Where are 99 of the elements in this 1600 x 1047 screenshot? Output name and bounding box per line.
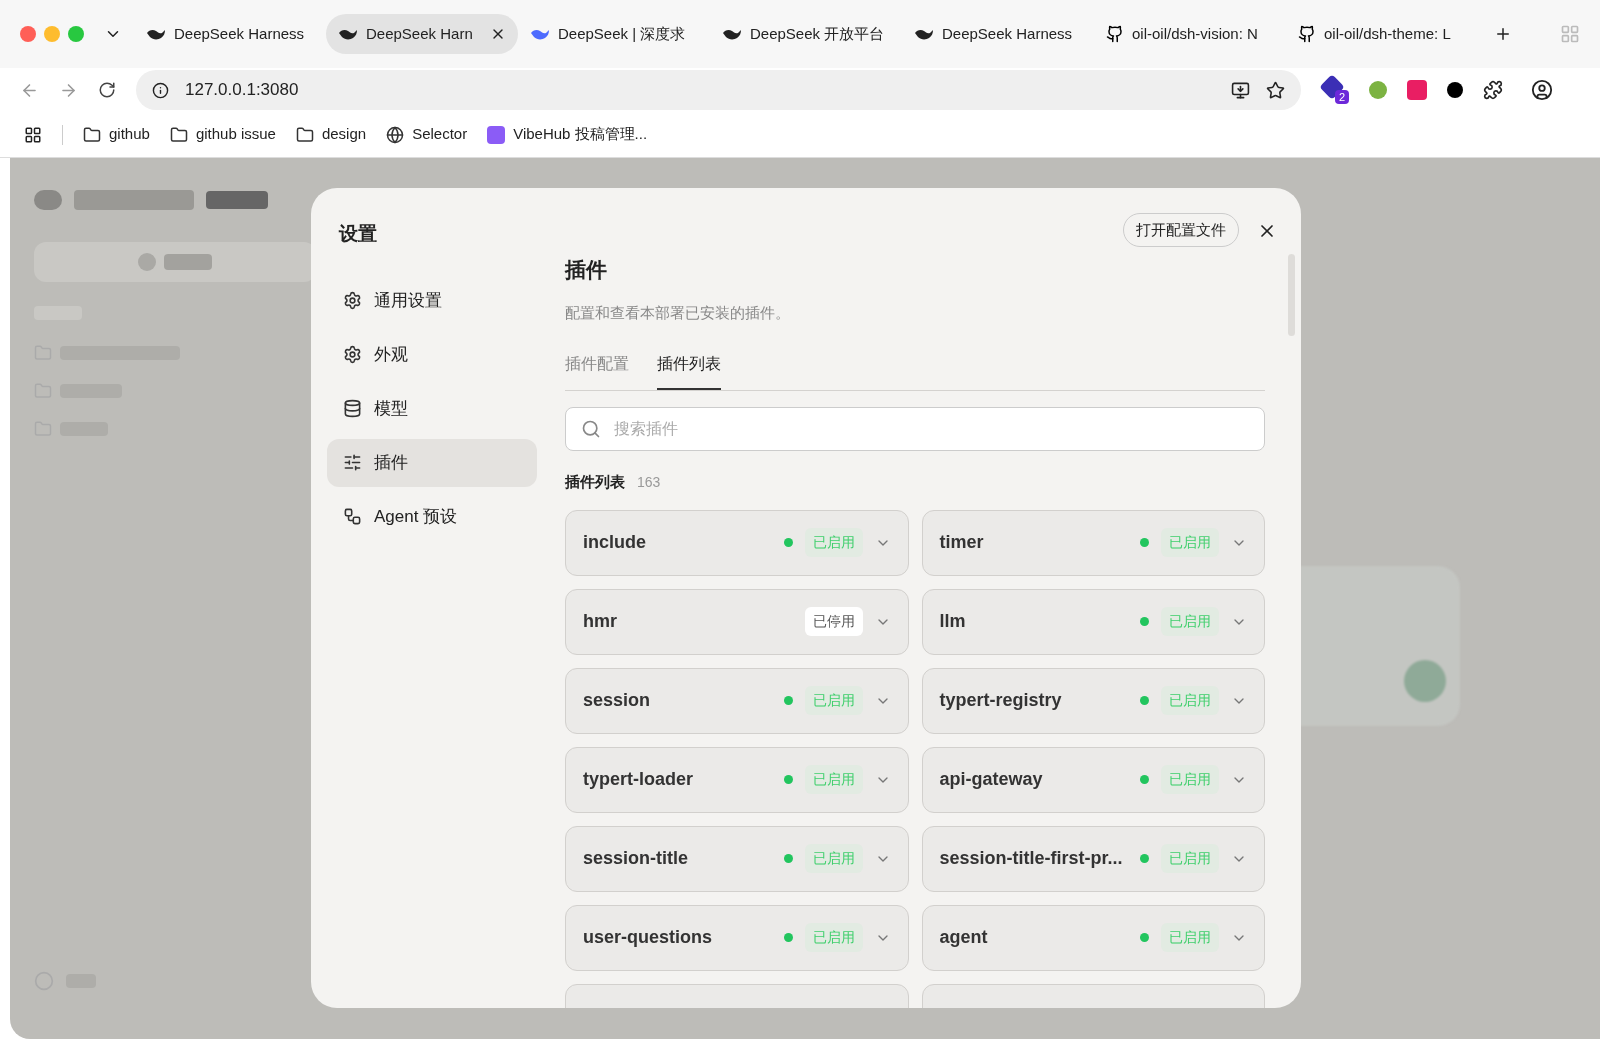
settings-nav-item[interactable]: 模型 (327, 384, 537, 433)
dot-extension-icon[interactable] (1447, 82, 1463, 98)
plugin-name: hmr (583, 610, 618, 633)
close-window-control[interactable] (20, 26, 36, 42)
plugin-name: include (583, 531, 647, 554)
status-badge: 已启用 (804, 844, 863, 873)
browser-tab[interactable]: oil-oil/dsh-theme: L (1286, 14, 1478, 54)
status-badge: 已启用 (1161, 528, 1219, 557)
status-badge: 已停用 (804, 607, 863, 636)
tab-title: DeepSeek 开放平台 (750, 23, 886, 44)
plugin-name: session-title (583, 847, 690, 870)
tab-title: DeepSeek Harness (174, 23, 306, 44)
reload-icon[interactable] (98, 81, 116, 99)
github-icon (1106, 25, 1124, 43)
browser-tab[interactable]: DeepSeek 开放平台 (710, 14, 902, 54)
bookmark[interactable]: github issue (169, 123, 276, 146)
database-icon (343, 399, 362, 418)
plugin-card[interactable]: typert-loader 已启用 (565, 746, 909, 813)
gear-icon (343, 345, 362, 364)
status-badge: 已启用 (1161, 607, 1219, 636)
browser-tab[interactable]: DeepSeek Harness (902, 14, 1094, 54)
settings-nav-item[interactable]: 外观 (327, 330, 537, 379)
plugin-card[interactable]: typert-registry 已启用 (921, 667, 1265, 734)
plugin-card[interactable]: session 已启用 (565, 667, 909, 734)
plugin-name: agent (939, 926, 989, 949)
plugin-count: 163 (637, 472, 661, 492)
tab-title: oil-oil/dsh-vision: N (1132, 23, 1259, 44)
search-icon (581, 419, 601, 439)
bookmark[interactable]: VibeHub 投稿管理... (487, 123, 648, 146)
install-icon[interactable] (1231, 80, 1250, 100)
status-badge: 已启用 (804, 765, 863, 794)
plugin-card[interactable]: agent 已启用 (921, 904, 1265, 971)
plugin-card[interactable]: session-title-first-pr... 已启用 (921, 825, 1265, 892)
plugin-card[interactable]: include 已启用 (565, 509, 909, 576)
plugin-name: session-title-first-pr... (939, 847, 1124, 870)
browser-tab[interactable]: DeepSeek Harness (134, 14, 326, 54)
section-title: 插件 (565, 257, 608, 283)
section-description: 配置和查看本部署已安装的插件。 (565, 302, 791, 323)
dialog-title: 设置 (339, 222, 378, 246)
scrollbar-thumb[interactable] (1288, 254, 1295, 336)
plugin-name: typert-loader (583, 768, 695, 791)
status-badge: 已启用 (1161, 686, 1219, 715)
nodes-icon (343, 507, 362, 526)
plugin-card[interactable]: api-gateway 已启用 (921, 746, 1265, 813)
plugin-name: timer (939, 531, 985, 554)
bookmark[interactable]: design (295, 123, 367, 146)
folder-icon (83, 125, 101, 144)
plugin-card[interactable]: user-questions 已启用 (565, 904, 909, 971)
plugin-name: typert-registry (939, 689, 1063, 712)
extensions-icon[interactable] (1483, 80, 1503, 100)
tab-title: oil-oil/dsh-theme: L (1324, 23, 1452, 44)
folder-icon (295, 125, 314, 144)
browser-tab[interactable]: oil-oil/dsh-vision: N (1094, 14, 1286, 54)
tab-title: DeepSeek | 深度求 (558, 23, 687, 44)
maximize-window-control[interactable] (68, 26, 84, 42)
tab-title: DeepSeek Harness (942, 23, 1074, 44)
open-config-button[interactable]: 打开配置文件 (1123, 213, 1239, 247)
plugin-name: user-questions (583, 926, 714, 949)
status-badge: 已启用 (1161, 923, 1219, 952)
folder-icon (169, 125, 188, 144)
settings-nav-item[interactable]: 通用设置 (327, 276, 537, 325)
status-badge: 已启用 (804, 686, 863, 715)
gear-icon (343, 291, 362, 310)
profile-icon[interactable] (1531, 79, 1553, 101)
bookmark-star-icon[interactable] (1266, 80, 1285, 100)
site-info-icon[interactable] (152, 81, 169, 99)
version-tag (206, 191, 268, 209)
browser-tab[interactable]: DeepSeek Harn (326, 14, 518, 54)
globe-icon (386, 125, 405, 144)
extension-icon[interactable] (1369, 81, 1387, 99)
bookmark[interactable]: Selector (386, 123, 468, 146)
github-icon (1298, 25, 1316, 43)
list-label: 插件列表 (565, 472, 625, 492)
sliders-icon (343, 453, 362, 472)
plugin-name: llm (939, 610, 967, 633)
browser-tab[interactable]: DeepSeek | 深度求 (518, 14, 710, 54)
tab[interactable]: 插件列表 (657, 352, 721, 390)
plugin-name: session (583, 689, 652, 712)
search-field[interactable]: 搜索插件 (565, 407, 1265, 451)
plugin-card[interactable]: llm 已启用 (921, 588, 1265, 655)
status-badge: 已启用 (804, 528, 863, 557)
status-badge: 已启用 (1161, 844, 1219, 873)
plugin-name: api-gateway (939, 768, 1044, 791)
plugin-card[interactable]: session-title 已启用 (565, 825, 909, 892)
settings-nav-item[interactable]: Agent 预设 (327, 492, 537, 541)
tab-title: DeepSeek Harn (366, 23, 474, 44)
status-badge: 已启用 (804, 923, 863, 952)
bookmark[interactable]: github (83, 123, 150, 146)
apps-icon[interactable] (24, 125, 42, 144)
new-tab-icon[interactable] (1494, 25, 1512, 43)
send-button-icon (1404, 660, 1446, 702)
address-bar[interactable]: 127.0.0.1:3080 (136, 70, 1301, 110)
translate-extension-icon[interactable] (1407, 80, 1427, 100)
settings-nav-item[interactable]: 插件 (327, 438, 537, 487)
app-icon (487, 125, 506, 144)
plugin-card[interactable]: timer 已启用 (921, 509, 1265, 576)
plugin-card[interactable]: hmr 已停用 (565, 588, 909, 655)
status-badge: 已启用 (1161, 765, 1219, 794)
logo-icon (34, 190, 62, 210)
